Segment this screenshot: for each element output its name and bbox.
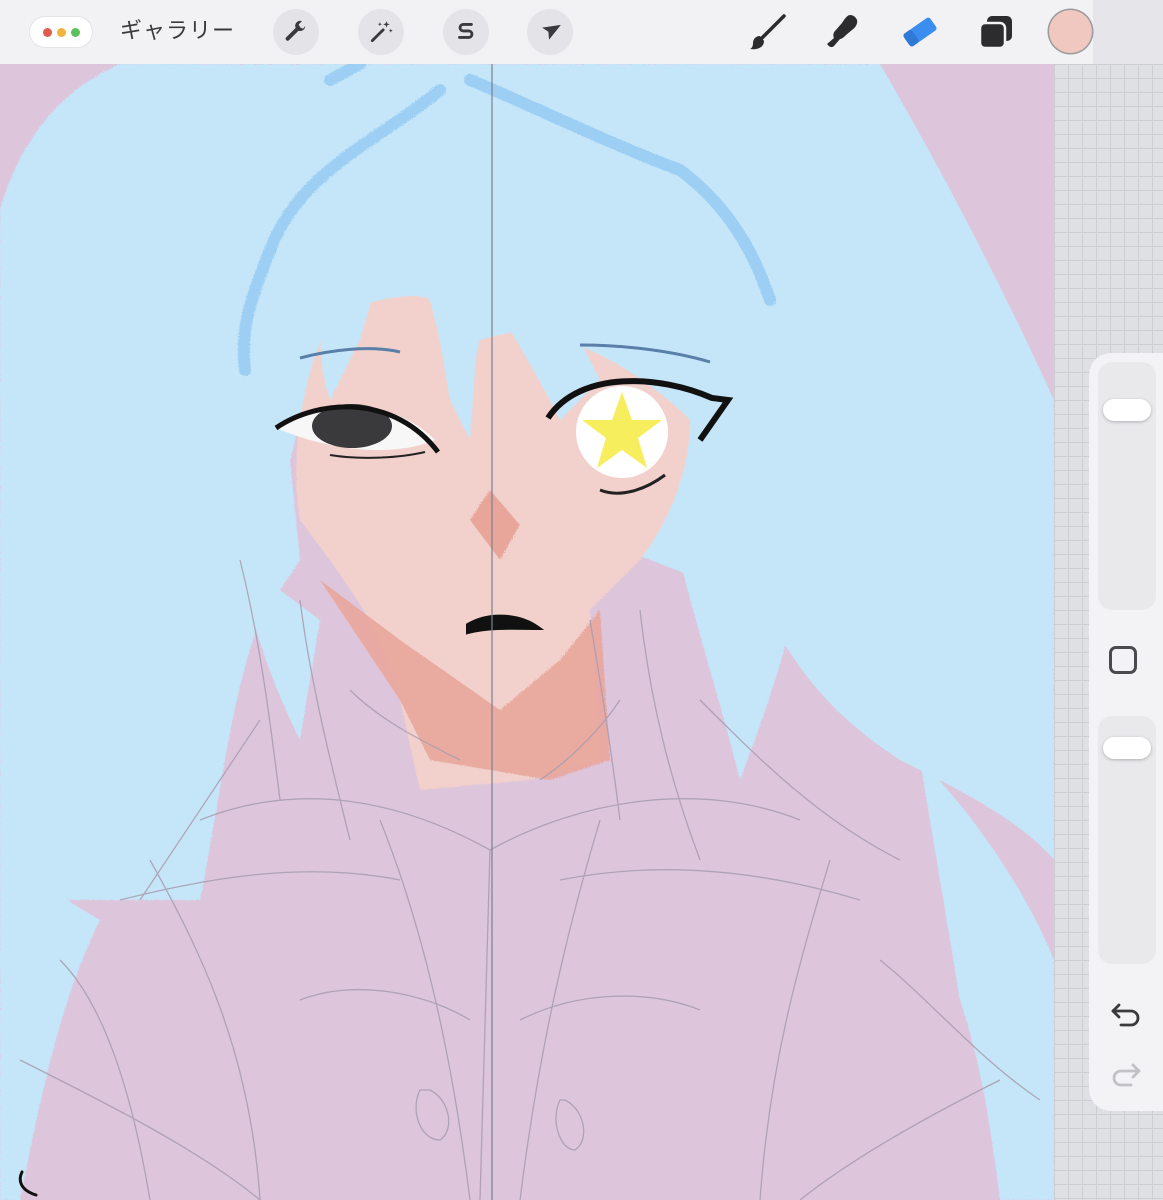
undo-icon bbox=[1111, 1003, 1140, 1027]
transform-button[interactable] bbox=[527, 9, 573, 55]
brush-icon bbox=[750, 14, 786, 50]
window-dot-yellow-icon[interactable] bbox=[56, 27, 66, 37]
actions-button[interactable] bbox=[273, 9, 319, 55]
undo-button[interactable] bbox=[1108, 998, 1144, 1030]
top-toolbar: ギャラリー bbox=[0, 0, 1163, 64]
layers-button[interactable] bbox=[976, 12, 1016, 52]
brush-tool-button[interactable] bbox=[748, 12, 788, 52]
opacity-thumb[interactable] bbox=[1103, 736, 1151, 759]
adjustments-button[interactable] bbox=[358, 9, 404, 55]
eraser-tool-button[interactable] bbox=[900, 12, 940, 52]
selection-button[interactable] bbox=[443, 9, 489, 55]
color-picker-button[interactable] bbox=[1049, 10, 1092, 53]
redo-button[interactable] bbox=[1108, 1058, 1144, 1090]
artwork bbox=[0, 64, 1054, 1200]
toolbar-corner bbox=[1093, 0, 1163, 64]
modifier-square-icon[interactable] bbox=[1109, 646, 1137, 674]
corner-stroke-icon bbox=[18, 1170, 38, 1197]
smudge-icon bbox=[827, 15, 858, 48]
selection-s-icon bbox=[458, 23, 474, 39]
wrench-icon bbox=[285, 20, 306, 41]
gallery-button[interactable]: ギャラリー bbox=[120, 16, 235, 48]
window-dot-red-icon[interactable] bbox=[42, 27, 52, 37]
redo-icon bbox=[1112, 1063, 1141, 1087]
window-dot-green-icon[interactable] bbox=[70, 27, 80, 37]
eraser-icon bbox=[903, 17, 937, 47]
magic-wand-icon bbox=[370, 21, 393, 43]
transform-arrow-icon bbox=[542, 24, 561, 40]
window-controls[interactable] bbox=[30, 17, 92, 47]
brush-size-thumb[interactable] bbox=[1103, 399, 1151, 422]
layers-icon bbox=[978, 16, 1012, 50]
drawing-canvas[interactable] bbox=[0, 64, 1054, 1200]
smudge-tool-button[interactable] bbox=[824, 12, 864, 52]
